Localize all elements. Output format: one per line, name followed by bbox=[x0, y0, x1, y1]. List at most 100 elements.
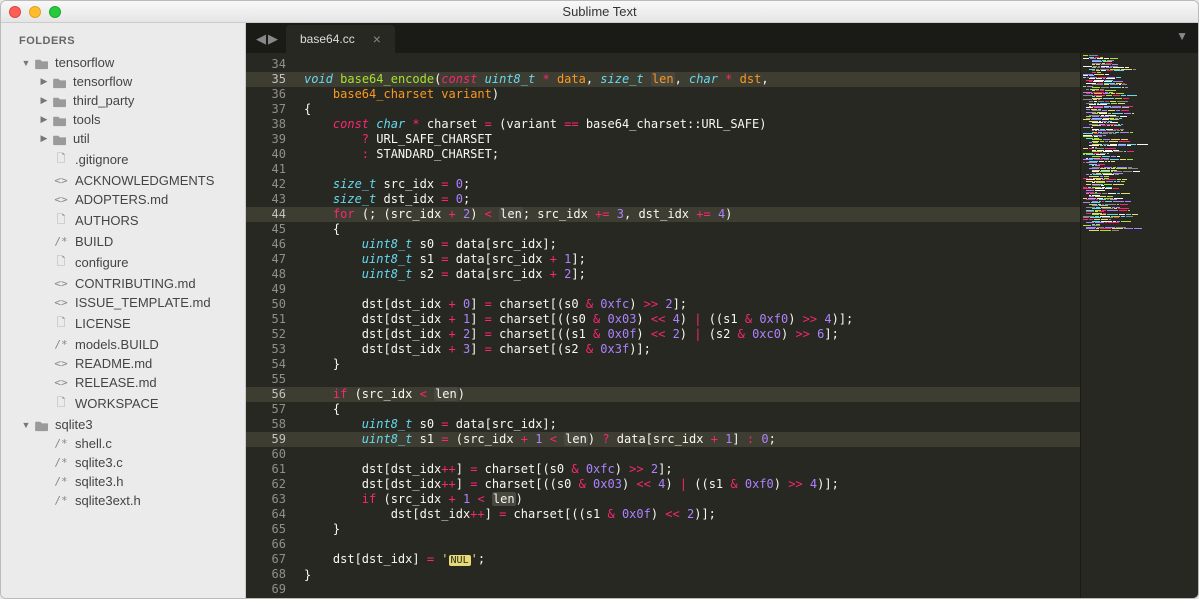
code-line[interactable]: void base64_encode(const uint8_t * data,… bbox=[294, 72, 1080, 87]
code-line[interactable]: dst[dst_idx + 0] = charset[(s0 & 0xfc) >… bbox=[304, 297, 1080, 312]
code-line[interactable]: } bbox=[304, 357, 1080, 372]
file-item-configure[interactable]: 🗋configure bbox=[1, 251, 245, 274]
file-item-release-md[interactable]: <>RELEASE.md bbox=[1, 373, 245, 392]
tree-item-label: tensorflow bbox=[73, 74, 132, 89]
code-line[interactable] bbox=[304, 162, 1080, 177]
folder-item-tensorflow[interactable]: ▼tensorflow bbox=[1, 53, 245, 72]
folder-icon bbox=[51, 93, 69, 108]
file-item-readme-md[interactable]: <>README.md bbox=[1, 354, 245, 373]
code-line[interactable]: size_t dst_idx = 0; bbox=[304, 192, 1080, 207]
file-item-issue-template-md[interactable]: <>ISSUE_TEMPLATE.md bbox=[1, 293, 245, 312]
code-line[interactable]: } bbox=[304, 568, 1080, 583]
file-icon: /* bbox=[51, 338, 71, 351]
line-number: 34 bbox=[250, 57, 286, 72]
tree-item-label: models.BUILD bbox=[75, 337, 159, 352]
file-item-shell-c[interactable]: /*shell.c bbox=[1, 434, 245, 453]
code-line[interactable]: size_t src_idx = 0; bbox=[304, 177, 1080, 192]
file-item-models-build[interactable]: /* models.BUILD bbox=[1, 335, 245, 354]
close-button[interactable] bbox=[9, 6, 21, 18]
code-line[interactable]: : STANDARD_CHARSET; bbox=[304, 147, 1080, 162]
code-line[interactable]: base64_charset variant) bbox=[304, 87, 1080, 102]
minimize-button[interactable] bbox=[29, 6, 41, 18]
file-item-contributing-md[interactable]: <>CONTRIBUTING.md bbox=[1, 274, 245, 293]
maximize-button[interactable] bbox=[49, 6, 61, 18]
line-number: 49 bbox=[250, 282, 286, 297]
app-window: Sublime Text FOLDERS ▼tensorflow▶tensorf… bbox=[0, 0, 1199, 599]
code-line[interactable] bbox=[304, 583, 1080, 598]
line-gutter[interactable]: 3435363738394041424344454647484950515253… bbox=[246, 53, 294, 598]
code-line[interactable]: uint8_t s1 = (src_idx + 1 < len) ? data[… bbox=[294, 432, 1080, 447]
window-title: Sublime Text bbox=[9, 4, 1190, 19]
code-line[interactable]: uint8_t s2 = data[src_idx + 2]; bbox=[304, 267, 1080, 282]
line-number: 40 bbox=[250, 147, 286, 162]
minimap[interactable] bbox=[1080, 53, 1198, 598]
code-line[interactable] bbox=[304, 57, 1080, 72]
code-line[interactable]: dst[dst_idx++] = charset[((s1 & 0x0f) <<… bbox=[304, 507, 1080, 522]
code-line[interactable] bbox=[304, 447, 1080, 462]
tree-item-label: ADOPTERS.md bbox=[75, 192, 168, 207]
file-item-adopters-md[interactable]: <> ADOPTERS.md bbox=[1, 190, 245, 209]
file-icon: <> bbox=[51, 193, 71, 206]
code-line[interactable]: { bbox=[304, 102, 1080, 117]
code-line[interactable]: uint8_t s0 = data[src_idx]; bbox=[304, 417, 1080, 432]
code-line[interactable]: } bbox=[304, 522, 1080, 537]
folder-item-third-party[interactable]: ▶third_party bbox=[1, 91, 245, 110]
file-item-workspace[interactable]: 🗋WORKSPACE bbox=[1, 392, 245, 415]
code-line[interactable] bbox=[304, 372, 1080, 387]
code-line[interactable]: dst[dst_idx + 3] = charset[(s2 & 0x3f)]; bbox=[304, 342, 1080, 357]
line-number: 44 bbox=[246, 207, 294, 222]
editor-area: ◀ ▶ base64.cc × ▼ 3435363738394041424344… bbox=[246, 23, 1198, 598]
folder-icon bbox=[33, 55, 51, 70]
nav-forward-icon[interactable]: ▶ bbox=[268, 31, 278, 47]
file-icon: /* bbox=[51, 456, 71, 469]
folder-item-tensorflow[interactable]: ▶ tensorflow bbox=[1, 72, 245, 91]
tabstrip-menu-icon[interactable]: ▼ bbox=[1176, 29, 1188, 43]
code-line[interactable]: { bbox=[304, 222, 1080, 237]
folder-icon bbox=[33, 417, 51, 432]
code-line[interactable]: dst[dst_idx++] = charset[(s0 & 0xfc) >> … bbox=[304, 462, 1080, 477]
line-number: 41 bbox=[250, 162, 286, 177]
file-icon: 🗋 bbox=[51, 314, 71, 333]
file-item-license[interactable]: 🗋LICENSE bbox=[1, 312, 245, 335]
line-number: 36 bbox=[250, 87, 286, 102]
file-item-sqlite3-h[interactable]: /*sqlite3.h bbox=[1, 472, 245, 491]
code-line[interactable]: ? URL_SAFE_CHARSET bbox=[304, 132, 1080, 147]
code-line[interactable]: uint8_t s0 = data[src_idx]; bbox=[304, 237, 1080, 252]
code-line[interactable]: if (src_idx + 1 < len) bbox=[304, 492, 1080, 507]
file-item-build[interactable]: /*BUILD bbox=[1, 232, 245, 251]
folder-item-tools[interactable]: ▶tools bbox=[1, 110, 245, 129]
tree-item-label: README.md bbox=[75, 356, 152, 371]
code-line[interactable]: { bbox=[304, 402, 1080, 417]
code-line[interactable]: const char * charset = (variant == base6… bbox=[304, 117, 1080, 132]
disclosure-triangle-icon[interactable]: ▶ bbox=[37, 133, 51, 144]
code-line[interactable]: uint8_t s1 = data[src_idx + 1]; bbox=[304, 252, 1080, 267]
code-line[interactable] bbox=[304, 537, 1080, 552]
code-line[interactable]: for (; (src_idx + 2) < len; src_idx += 3… bbox=[294, 207, 1080, 222]
nav-back-icon[interactable]: ◀ bbox=[256, 31, 266, 47]
line-number: 35 bbox=[246, 72, 294, 87]
file-item--gitignore[interactable]: 🗋.gitignore bbox=[1, 148, 245, 171]
disclosure-triangle-icon[interactable]: ▼ bbox=[19, 58, 33, 68]
disclosure-triangle-icon[interactable]: ▼ bbox=[19, 420, 33, 430]
folder-item-util[interactable]: ▶util bbox=[1, 129, 245, 148]
code-content[interactable]: void base64_encode(const uint8_t * data,… bbox=[294, 53, 1080, 598]
sidebar[interactable]: FOLDERS ▼tensorflow▶tensorflow▶third_par… bbox=[1, 23, 246, 598]
tab-close-icon[interactable]: × bbox=[373, 31, 381, 47]
tab-base64[interactable]: base64.cc × bbox=[286, 25, 395, 53]
disclosure-triangle-icon[interactable]: ▶ bbox=[37, 76, 51, 87]
file-item-sqlite3ext-h[interactable]: /*sqlite3ext.h bbox=[1, 491, 245, 510]
disclosure-triangle-icon[interactable]: ▶ bbox=[37, 95, 51, 106]
code-line[interactable]: if (src_idx < len) bbox=[294, 387, 1080, 402]
file-item-sqlite3-c[interactable]: /*sqlite3.c bbox=[1, 453, 245, 472]
folder-item-sqlite3[interactable]: ▼ sqlite3 bbox=[1, 415, 245, 434]
code-line[interactable]: dst[dst_idx] = 'NUL'; bbox=[304, 552, 1080, 568]
code-line[interactable]: dst[dst_idx + 1] = charset[((s0 & 0x03) … bbox=[304, 312, 1080, 327]
disclosure-triangle-icon[interactable]: ▶ bbox=[37, 114, 51, 125]
code-line[interactable]: dst[dst_idx++] = charset[((s0 & 0x03) <<… bbox=[304, 477, 1080, 492]
tree-item-label: sqlite3 bbox=[55, 417, 93, 432]
file-item-acknowledgments[interactable]: <>ACKNOWLEDGMENTS bbox=[1, 171, 245, 190]
file-icon: 🗋 bbox=[51, 211, 71, 230]
file-item-authors[interactable]: 🗋AUTHORS bbox=[1, 209, 245, 232]
code-line[interactable] bbox=[304, 282, 1080, 297]
code-line[interactable]: dst[dst_idx + 2] = charset[((s1 & 0x0f) … bbox=[304, 327, 1080, 342]
